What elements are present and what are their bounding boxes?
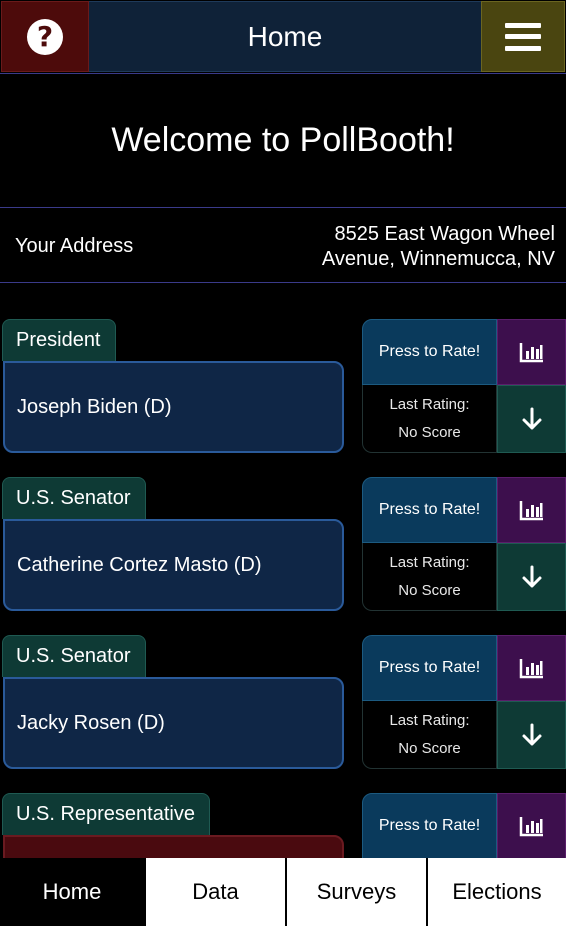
rate-button[interactable]: Press to Rate! [362,635,497,701]
candidate-name: Joseph Biden (D) [17,395,172,418]
race-row: U.S. Senator Catherine Cortez Masto (D) … [0,477,566,613]
arrow-down-icon [522,565,541,588]
chart-button[interactable] [497,477,566,543]
expand-button[interactable] [497,701,566,769]
question-circle-icon: ? [27,18,63,55]
nav-tab-surveys[interactable]: Surveys [285,858,426,926]
rate-button[interactable]: Press to Rate! [362,319,497,385]
race-row: U.S. Senator Jacky Rosen (D) Press to Ra… [0,635,566,771]
office-tab: U.S. Representative [2,793,210,835]
rate-button[interactable]: Press to Rate! [362,477,497,543]
last-rating-value: No Score [398,739,461,757]
arrow-down-icon [522,407,541,430]
candidate-card[interactable]: Catherine Cortez Masto (D) [3,519,344,611]
chart-button[interactable] [497,319,566,385]
page-title: Home [247,20,323,52]
bar-chart-icon [519,343,543,363]
candidate-card[interactable]: Jacky Rosen (D) [3,677,344,769]
rating-controls: Press to Rate! Last Rating: No Score [362,477,566,611]
rating-controls: Press to Rate! [362,793,566,858]
welcome-text: Welcome to PollBooth! [111,121,455,159]
last-rating: Last Rating: No Score [362,385,497,453]
office-tab: U.S. Senator [2,635,146,677]
nav-tab-home[interactable]: Home [0,858,144,926]
rate-button[interactable]: Press to Rate! [362,793,497,858]
menu-button[interactable] [481,1,565,72]
last-rating: Last Rating: No Score [362,701,497,769]
expand-button[interactable] [497,543,566,611]
nav-tab-data[interactable]: Data [144,858,285,926]
candidate-card[interactable]: Joseph Biden (D) [3,361,344,453]
last-rating-value: No Score [398,423,461,441]
address-line-1: 8525 East Wagon Wheel [334,223,556,245]
address-value: 8525 East Wagon Wheel Avenue, Winnemucca… [235,222,555,272]
chart-button[interactable] [497,793,566,858]
hamburger-menu-icon [505,22,541,51]
last-rating: Last Rating: No Score [362,543,497,611]
last-rating-label: Last Rating: [389,553,470,571]
welcome-banner: Welcome to PollBooth! [0,74,566,208]
arrow-down-icon [522,723,541,746]
rating-controls: Press to Rate! Last Rating: No Score [362,635,566,769]
nav-tab-elections[interactable]: Elections [426,858,566,926]
address-label: Your Address [15,235,134,257]
bottom-nav: Home Data Surveys Elections [0,858,566,926]
chart-button[interactable] [497,635,566,701]
help-button[interactable]: ? [1,1,89,72]
address-section: Your Address 8525 East Wagon Wheel Avenu… [0,209,566,283]
rating-controls: Press to Rate! Last Rating: No Score [362,319,566,453]
office-tab: U.S. Senator [2,477,146,519]
candidate-name: Jacky Rosen (D) [17,711,165,734]
last-rating-label: Last Rating: [389,711,470,729]
office-tab: President [2,319,116,361]
last-rating-label: Last Rating: [389,395,470,413]
page-title-bar: Home [89,1,481,72]
expand-button[interactable] [497,385,566,453]
bar-chart-icon [519,501,543,521]
last-rating-value: No Score [398,581,461,599]
race-row: President Joseph Biden (D) Press to Rate… [0,319,566,455]
bar-chart-icon [519,817,543,837]
bar-chart-icon [519,659,543,679]
top-bar: ? Home [0,0,566,74]
candidate-card[interactable] [3,835,344,858]
candidate-name: Catherine Cortez Masto (D) [17,553,262,576]
address-line-2: Avenue, Winnemucca, NV [321,248,555,270]
race-row: U.S. Representative Press to Rate! [0,793,566,858]
